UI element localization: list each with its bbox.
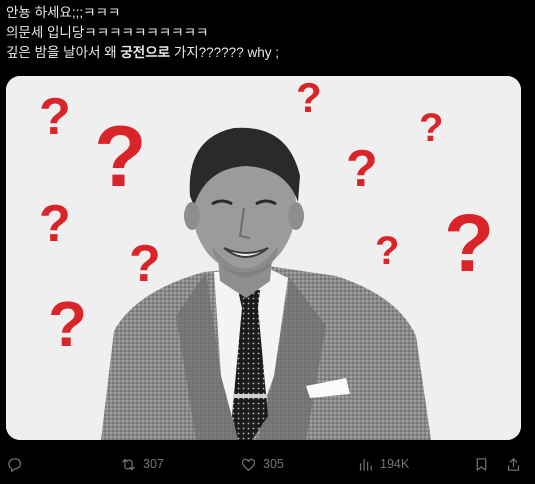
left-ear xyxy=(184,202,200,230)
question-mark: ? xyxy=(375,229,399,273)
question-mark: ? xyxy=(346,140,378,198)
views-chart-icon xyxy=(359,458,372,471)
question-mark: ? xyxy=(419,106,443,150)
share-icon xyxy=(507,457,520,471)
post-text-line-3: 깊은 밤을 날아서 왜 궁전으로 가지?????? why ; xyxy=(6,43,531,63)
right-ear xyxy=(288,202,304,230)
share-button[interactable] xyxy=(505,454,522,474)
views-button[interactable]: 194K xyxy=(357,454,409,474)
post-text-bold-word: 궁전으로 xyxy=(120,45,171,60)
retweet-icon xyxy=(122,458,135,470)
reply-icon xyxy=(8,457,22,472)
post-action-bar: 307 305 194K xyxy=(0,448,535,480)
retweet-button[interactable]: 307 xyxy=(120,454,164,474)
like-count: 305 xyxy=(263,457,284,471)
post-text-line-1: 안뇽 하세요;;;ㅋㅋㅋ xyxy=(6,5,121,20)
question-mark: ? xyxy=(129,235,161,293)
question-mark: ? xyxy=(296,76,322,121)
like-button[interactable]: 305 xyxy=(240,454,284,474)
question-mark: ? xyxy=(39,88,71,146)
tie-clip xyxy=(233,394,267,398)
question-mark: ? xyxy=(94,109,147,205)
post-image[interactable]: ? ? ? ? ? ? ? ? ? ? xyxy=(6,76,521,440)
retweet-count: 307 xyxy=(143,457,164,471)
post-text: 안뇽 하세요;;;ㅋㅋㅋ 의문세 입니당ㅋㅋㅋㅋㅋㅋㅋㅋㅋㅋ 깊은 밤을 날아서… xyxy=(6,3,531,63)
views-count: 194K xyxy=(380,457,410,471)
question-mark: ? xyxy=(39,195,71,253)
post-text-line-3-end: 가지?????? why ; xyxy=(170,45,279,60)
bookmark-icon xyxy=(476,457,487,471)
heart-icon xyxy=(241,458,256,471)
post-text-line-2: 의문세 입니당ㅋㅋㅋㅋㅋㅋㅋㅋㅋㅋ xyxy=(6,25,209,40)
post-text-line-3-start: 깊은 밤을 날아서 왜 xyxy=(6,45,121,60)
question-mark: ? xyxy=(48,288,87,360)
reply-button[interactable] xyxy=(6,454,23,474)
bookmark-button[interactable] xyxy=(473,454,490,474)
question-mark: ? xyxy=(444,198,494,289)
man-with-question-marks-illustration: ? ? ? ? ? ? ? ? ? ? xyxy=(6,76,521,440)
